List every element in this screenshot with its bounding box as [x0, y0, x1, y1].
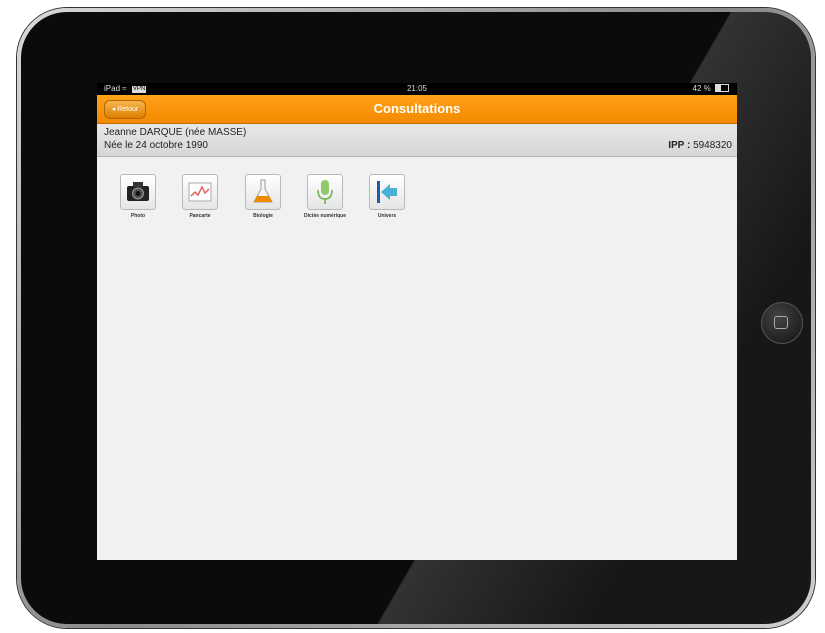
- patient-ipp: IPP : 5948320: [668, 140, 732, 151]
- patient-name: Jeanne DARQUE (née MASSE): [104, 127, 247, 138]
- microphone-icon: [317, 180, 333, 204]
- module-univers-icon-box: [369, 174, 405, 210]
- module-photo-icon-box: [120, 174, 156, 210]
- module-pancarte-icon-box: [182, 174, 218, 210]
- page-title: Consultations: [373, 101, 461, 116]
- patient-header: Jeanne DARQUE (née MASSE) Née le 24 octo…: [97, 124, 737, 157]
- module-biologie[interactable]: Biologie: [228, 174, 298, 219]
- patient-birthdate: Née le 24 octobre 1990: [104, 140, 208, 151]
- status-right: 42 %: [693, 83, 729, 95]
- module-dictee-icon-box: [307, 174, 343, 210]
- module-photo[interactable]: Photo: [103, 174, 173, 219]
- battery-icon: [715, 84, 729, 92]
- module-photo-label: Photo: [130, 213, 146, 219]
- module-dictee-label: Dictée numérique: [304, 213, 346, 219]
- chart-icon: [188, 182, 212, 202]
- ipp-value: 5948320: [693, 140, 732, 151]
- module-biologie-icon-box: [245, 174, 281, 210]
- battery-percent: 42 %: [692, 84, 711, 93]
- back-arrow-icon: [377, 181, 397, 203]
- module-pancarte[interactable]: Pancarte: [165, 174, 235, 219]
- ipp-label: IPP :: [668, 140, 691, 151]
- status-time: 21:05: [406, 84, 428, 93]
- camera-icon: [127, 182, 149, 201]
- module-univers-label: Univers: [377, 213, 397, 219]
- app-screen: iPad ≈ VPN 21:05 42 % ◂ Retour Consultat…: [97, 83, 737, 560]
- battery-fill: [716, 85, 722, 91]
- navigation-bar: ◂ Retour Consultations: [97, 95, 737, 124]
- module-pancarte-label: Pancarte: [189, 213, 211, 219]
- module-univers[interactable]: Univers: [352, 174, 422, 219]
- module-biologie-label: Biologie: [253, 213, 273, 219]
- flask-icon: [253, 179, 273, 203]
- module-dictee-numerique[interactable]: Dictée numérique: [290, 174, 360, 219]
- status-bar: iPad ≈ VPN 21:05 42 %: [97, 83, 737, 95]
- home-button-icon: [774, 316, 788, 329]
- modules-panel: Photo Pancarte Biologie Dictée numérique…: [97, 157, 737, 560]
